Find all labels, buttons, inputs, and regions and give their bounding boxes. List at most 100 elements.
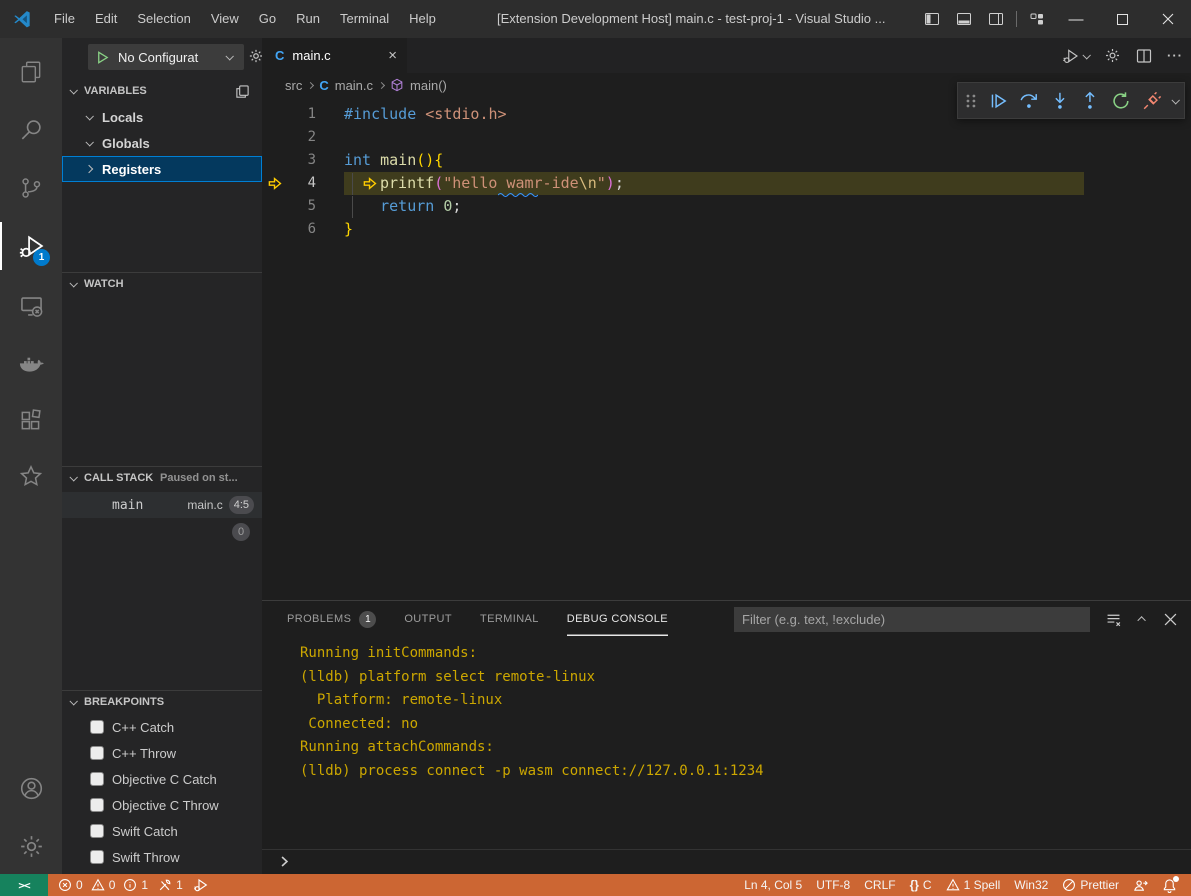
activity-settings-gear-icon[interactable] (0, 822, 62, 870)
more-actions-icon[interactable]: ··· (1167, 48, 1183, 63)
activity-search-icon[interactable] (0, 106, 62, 154)
gutter-line-5[interactable]: 5 (262, 195, 344, 218)
breakpoint-row[interactable]: C++ Catch (62, 714, 262, 740)
menu-edit[interactable]: Edit (85, 0, 127, 38)
menu-help[interactable]: Help (399, 0, 446, 38)
gutter-line-1[interactable]: 1 (262, 103, 344, 126)
notifications-bell-icon[interactable] (1162, 878, 1177, 893)
activity-run-debug-icon[interactable]: 1 (0, 222, 62, 270)
activity-star-icon[interactable] (0, 452, 62, 500)
step-over-icon[interactable] (1018, 90, 1040, 112)
variables-scope-locals[interactable]: Locals (62, 104, 262, 130)
maximize-panel-icon[interactable] (1137, 616, 1145, 624)
continue-icon[interactable] (987, 90, 1009, 112)
breakpoint-row[interactable]: Swift Throw (62, 844, 262, 870)
code-line-5[interactable]: return 0; (344, 195, 1191, 218)
toggle-secondary-sidebar-icon[interactable] (980, 0, 1012, 38)
editor-gear-icon[interactable] (1104, 47, 1121, 64)
debug-settings-gear-icon[interactable] (248, 48, 262, 64)
remote-indicator[interactable]: >< (0, 874, 48, 896)
breakpoint-row[interactable]: Objective C Catch (62, 766, 262, 792)
debug-status[interactable] (193, 877, 209, 893)
debug-console-output[interactable]: Running initCommands:(lldb) platform sel… (262, 637, 1191, 849)
customize-layout-icon[interactable] (1021, 0, 1053, 38)
gutter-line-3[interactable]: 3 (262, 149, 344, 172)
toolchain-status[interactable]: 1 (158, 878, 183, 892)
breadcrumb-symbol[interactable]: main() (410, 78, 447, 93)
panel-tab-debug-console[interactable]: DEBUG CONSOLE (567, 602, 668, 636)
panel-tab-output[interactable]: OUTPUT (404, 602, 452, 636)
spell-status[interactable]: 1 Spell (946, 878, 1001, 892)
breakpoint-row[interactable]: Objective C Throw (62, 792, 262, 818)
copy-icon[interactable] (235, 84, 250, 99)
debug-console-input[interactable] (262, 849, 1191, 874)
start-debug-icon[interactable] (95, 50, 110, 65)
eol-status[interactable]: CRLF (864, 878, 895, 892)
drag-grip-icon[interactable] (964, 92, 978, 110)
minimize-button[interactable]: — (1053, 0, 1099, 38)
debug-config-dropdown[interactable]: No Configurat (88, 44, 244, 70)
breakpoint-row[interactable]: Swift Catch (62, 818, 262, 844)
variables-section-header[interactable]: VARIABLES (62, 80, 262, 102)
close-window-button[interactable] (1145, 0, 1191, 38)
watch-section-header[interactable]: WATCH (62, 272, 262, 294)
breakpoints-section-header[interactable]: BREAKPOINTS (62, 690, 262, 712)
variables-scope-registers[interactable]: Registers (62, 156, 262, 182)
breakpoint-row[interactable]: C++ Throw (62, 740, 262, 766)
panel-tab-problems[interactable]: PROBLEMS1 (287, 602, 376, 636)
code-line-3[interactable]: int main(){ (344, 149, 1191, 172)
activity-docker-icon[interactable] (0, 340, 62, 388)
encoding-status[interactable]: UTF-8 (816, 878, 850, 892)
panel-tab-terminal[interactable]: TERMINAL (480, 602, 539, 636)
variables-scope-globals[interactable]: Globals (62, 130, 262, 156)
run-or-debug-button[interactable] (1062, 47, 1089, 65)
checkbox-unchecked[interactable] (90, 746, 104, 760)
checkbox-unchecked[interactable] (90, 824, 104, 838)
breadcrumb-file[interactable]: main.c (335, 78, 373, 93)
editor-content[interactable]: #include <stdio.h>int main(){printf("hel… (344, 103, 1191, 241)
tab-main-c[interactable]: C main.c × (262, 38, 407, 73)
stack-frame-row[interactable]: main main.c 4:5 (62, 492, 262, 518)
close-panel-icon[interactable] (1164, 613, 1177, 626)
activity-explorer-icon[interactable] (0, 48, 62, 96)
feedback-icon[interactable] (1133, 878, 1148, 893)
gutter-line-4[interactable]: 4 (262, 172, 344, 195)
code-line-2[interactable] (344, 126, 1191, 149)
menu-go[interactable]: Go (249, 0, 286, 38)
console-filter-input[interactable] (734, 607, 1090, 632)
menu-selection[interactable]: Selection (127, 0, 200, 38)
split-editor-icon[interactable] (1136, 48, 1152, 64)
language-status[interactable]: {} C (910, 878, 932, 892)
code-editor[interactable]: 123456 #include <stdio.h>int main(){prin… (262, 97, 1191, 600)
gutter-line-6[interactable]: 6 (262, 218, 344, 241)
code-line-4[interactable]: printf("hello wamr-ide\n"); (344, 172, 1191, 195)
disconnect-icon[interactable] (1141, 90, 1163, 112)
platform-status[interactable]: Win32 (1014, 878, 1048, 892)
tab-close-icon[interactable]: × (388, 47, 397, 64)
code-line-6[interactable]: } (344, 218, 1191, 241)
problems-status[interactable]: 0 0 1 (58, 878, 148, 892)
checkbox-unchecked[interactable] (90, 850, 104, 864)
activity-accounts-icon[interactable] (0, 764, 62, 812)
menu-terminal[interactable]: Terminal (330, 0, 399, 38)
callstack-section-header[interactable]: CALL STACK Paused on st... (62, 466, 262, 488)
step-out-icon[interactable] (1079, 90, 1101, 112)
activity-remote-explorer-icon[interactable] (0, 282, 62, 330)
clear-console-icon[interactable] (1105, 611, 1122, 628)
activity-source-control-icon[interactable] (0, 164, 62, 212)
cursor-position[interactable]: Ln 4, Col 5 (744, 878, 802, 892)
gutter-line-2[interactable]: 2 (262, 126, 344, 149)
editor-gutter[interactable]: 123456 (262, 103, 344, 241)
toggle-sidebar-icon[interactable] (916, 0, 948, 38)
step-into-icon[interactable] (1049, 90, 1071, 112)
restart-icon[interactable] (1110, 90, 1132, 112)
chevron-down-icon[interactable] (1172, 96, 1180, 104)
checkbox-unchecked[interactable] (90, 798, 104, 812)
menu-run[interactable]: Run (286, 0, 330, 38)
maximize-button[interactable] (1099, 0, 1145, 38)
checkbox-unchecked[interactable] (90, 720, 104, 734)
menu-file[interactable]: File (44, 0, 85, 38)
menu-view[interactable]: View (201, 0, 249, 38)
checkbox-unchecked[interactable] (90, 772, 104, 786)
formatter-status[interactable]: Prettier (1062, 878, 1119, 892)
